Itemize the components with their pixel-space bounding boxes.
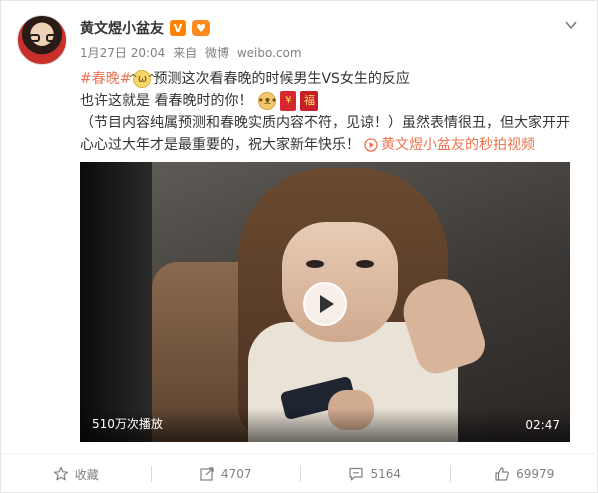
post-line-4-text: 心心过大年才是最重要的，祝大家新年快乐！ (80, 137, 360, 153)
video-frame-eye-left (306, 260, 324, 268)
play-button[interactable] (303, 282, 347, 326)
thumbs-up-icon (495, 467, 509, 481)
comment-count: 5164 (370, 467, 402, 481)
video-play-count: 510万次播放 (92, 417, 163, 431)
post-line-2-text: 也许这就是 看春晚时的你！ (80, 93, 253, 109)
username-link[interactable]: 黄文煜小盆友 (80, 18, 164, 38)
member-badge-icon[interactable]: ♥ (192, 20, 210, 36)
favorite-button[interactable]: 收藏 (1, 454, 151, 493)
like-count: 69979 (516, 467, 555, 481)
repost-button[interactable]: 4707 (150, 454, 301, 493)
action-bar: 收藏 4707 5164 69979 (1, 454, 598, 493)
fu-emoji-icon: 福 (300, 91, 319, 111)
post-line-1: #春晚# ^ω^ 预测这次看春晚的时候男生VS女生的反应 (80, 68, 585, 90)
cat-emoji-icon: ^ω^ (129, 70, 156, 88)
hashtag-link[interactable]: #春晚# (80, 68, 131, 90)
chevron-down-icon[interactable] (563, 17, 579, 33)
avatar[interactable] (17, 15, 67, 65)
post-line-3-text: （节目内容纯属预测和春晚实质内容不符，见谅！）虽然表情很丑，但大家开开 (80, 115, 570, 131)
video-player[interactable]: 510万次播放 02:47 (80, 162, 570, 442)
red-envelope-emoji-icon: ¥ (280, 91, 297, 111)
play-icon (320, 295, 334, 313)
favorite-label: 收藏 (74, 467, 99, 482)
post-text: #春晚# ^ω^ 预测这次看春晚的时候男生VS女生的反应 也许这就是 看春晚时的… (80, 68, 585, 156)
post-line-2: 也许这就是 看春晚时的你！ •ᴥ• ¥ 福 (80, 90, 585, 112)
like-button[interactable]: 69979 (449, 454, 598, 493)
source-prefix: 来自 (173, 46, 198, 60)
doge-emoji-icon: •ᴥ• (258, 92, 277, 110)
video-duration: 02:47 (525, 418, 560, 432)
video-frame-face (282, 222, 398, 342)
source-name[interactable]: 微博 (205, 46, 229, 60)
post-timestamp[interactable]: 1月27日 20:04 (80, 46, 165, 60)
video-frame-left (80, 162, 152, 442)
avatar-glasses (29, 34, 57, 42)
video-link-text: 黄文煜小盆友的秒拍视频 (381, 137, 535, 153)
star-icon (53, 466, 68, 481)
verified-v-icon[interactable]: V (170, 20, 186, 36)
repost-icon (200, 467, 214, 481)
post-line-1-text: 预测这次看春晚的时候男生VS女生的反应 (153, 71, 410, 87)
source-url: weibo.com (236, 46, 302, 60)
post-line-4: 心心过大年才是最重要的，祝大家新年快乐！ 黄文煜小盆友的秒拍视频 (80, 134, 585, 156)
comment-button[interactable]: 5164 (300, 454, 450, 493)
video-link-icon (364, 138, 378, 152)
post-line-3: （节目内容纯属预测和春晚实质内容不符，见谅！）虽然表情很丑，但大家开开 (80, 112, 585, 134)
weibo-post-card: 黄文煜小盆友 V ♥ 1月27日 20:04 来自 微博 weibo.com #… (0, 0, 598, 493)
author-row: 黄文煜小盆友 V ♥ (80, 16, 210, 40)
comment-icon (349, 467, 364, 481)
video-link[interactable]: 黄文煜小盆友的秒拍视频 (364, 134, 535, 156)
video-frame-eye-right (356, 260, 374, 268)
repost-count: 4707 (220, 467, 252, 481)
post-meta: 1月27日 20:04 来自 微博 weibo.com (80, 44, 306, 61)
